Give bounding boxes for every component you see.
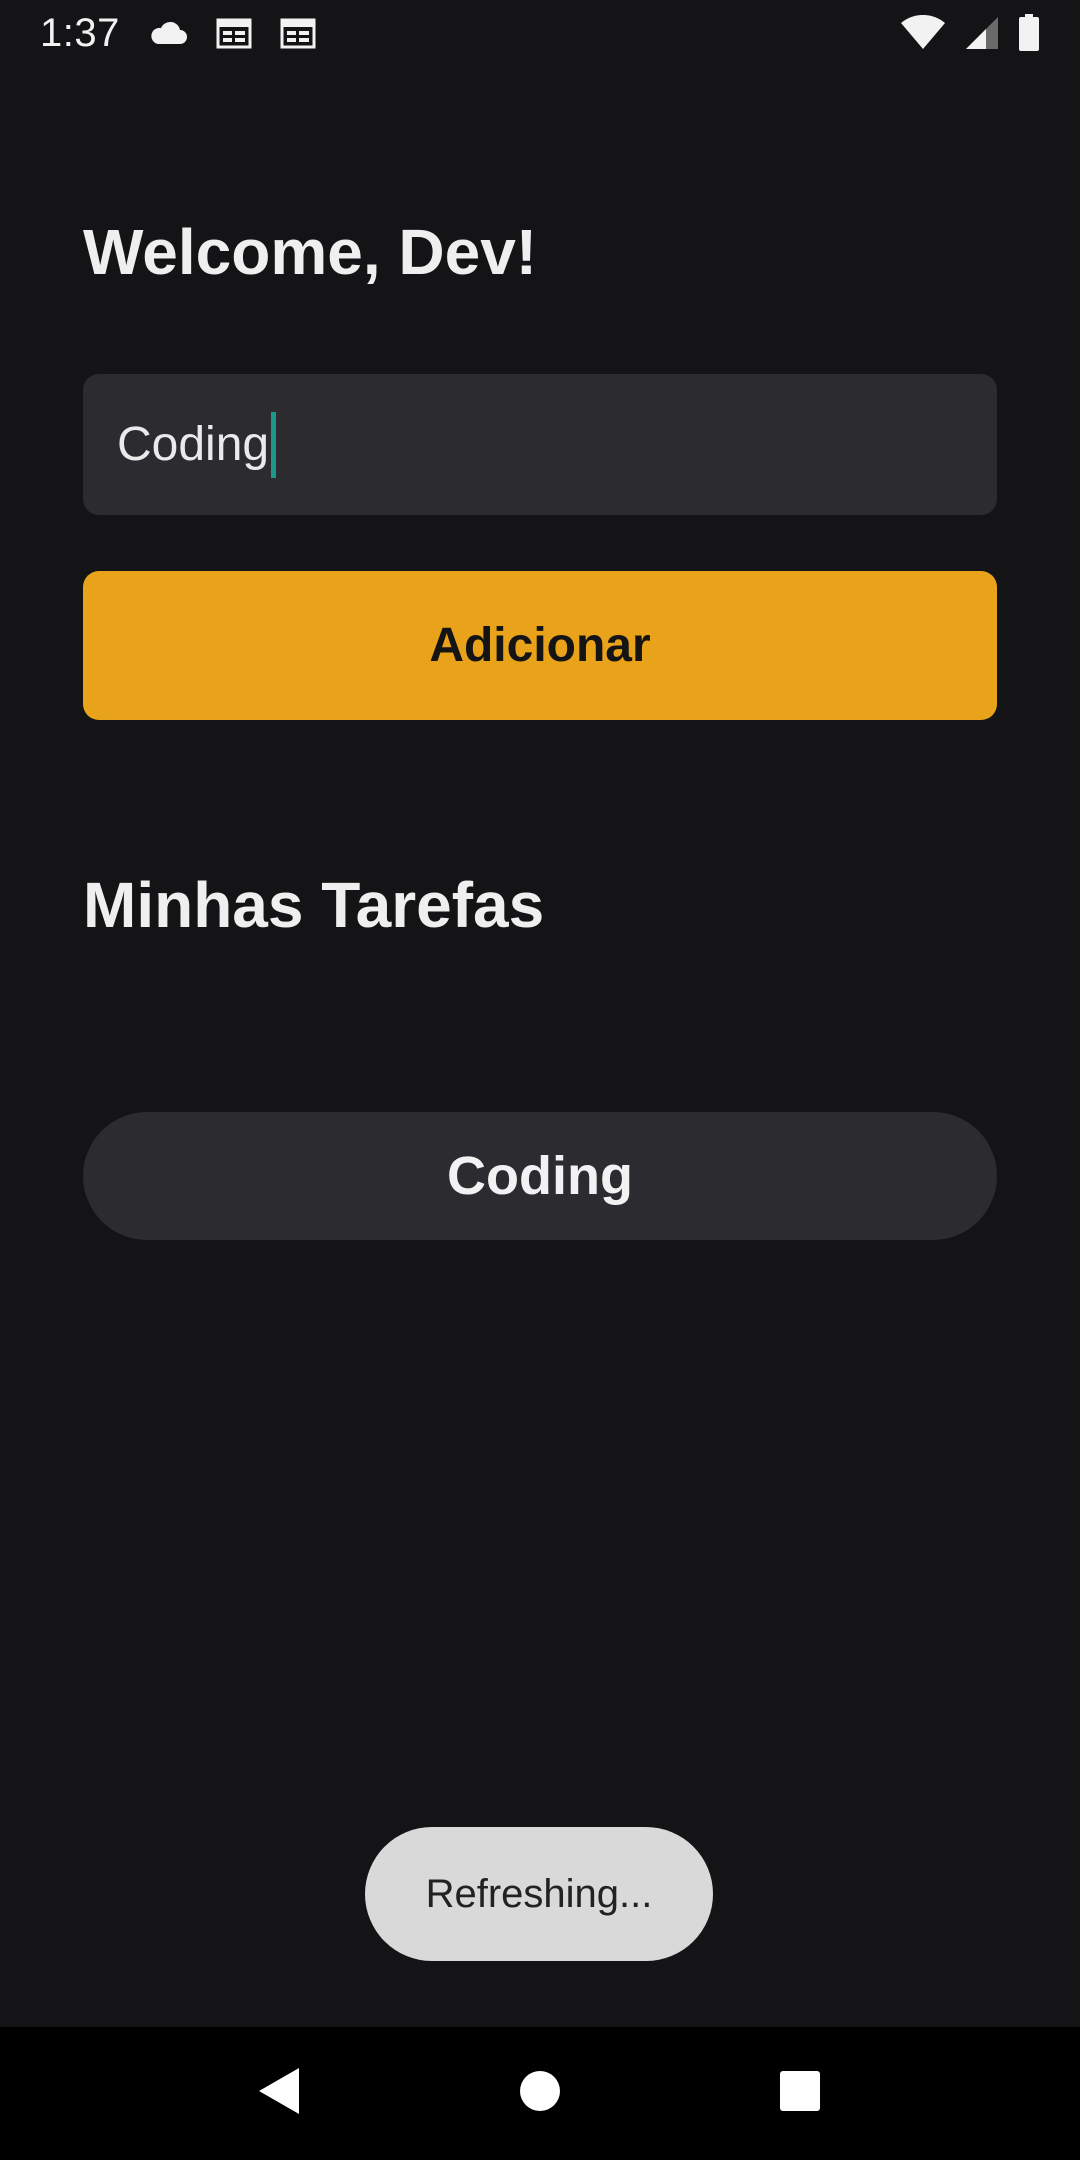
welcome-heading: Welcome, Dev! [83, 216, 538, 288]
tasks-section-title: Minhas Tarefas [83, 869, 545, 941]
task-input[interactable]: Coding [117, 417, 269, 472]
status-right [900, 14, 1040, 52]
battery-icon [1018, 14, 1040, 52]
text-caret [271, 411, 277, 478]
calendar-icon [216, 17, 252, 49]
cloud-icon [148, 20, 188, 46]
home-button[interactable] [490, 2044, 590, 2144]
back-button[interactable] [230, 2044, 330, 2144]
recents-button[interactable] [750, 2044, 850, 2144]
status-bar: 1:37 [0, 0, 1080, 66]
calendar-icon [280, 17, 316, 49]
status-left: 1:37 [40, 11, 316, 56]
status-time: 1:37 [40, 10, 120, 55]
cell-signal-icon [964, 15, 1000, 51]
navigation-bar [0, 2027, 1080, 2160]
app-screen: 1:37 Welcome, Dev! Coding Adicionar Minh… [0, 0, 1080, 2160]
back-icon [257, 2066, 303, 2121]
home-icon [518, 2069, 562, 2118]
refresh-toast: Refreshing... [365, 1827, 713, 1961]
task-input-field[interactable]: Coding [83, 374, 997, 515]
add-task-button[interactable]: Adicionar [83, 571, 997, 720]
recents-icon [779, 2070, 821, 2117]
task-list-item[interactable]: Coding [83, 1112, 997, 1240]
wifi-icon [900, 15, 946, 51]
